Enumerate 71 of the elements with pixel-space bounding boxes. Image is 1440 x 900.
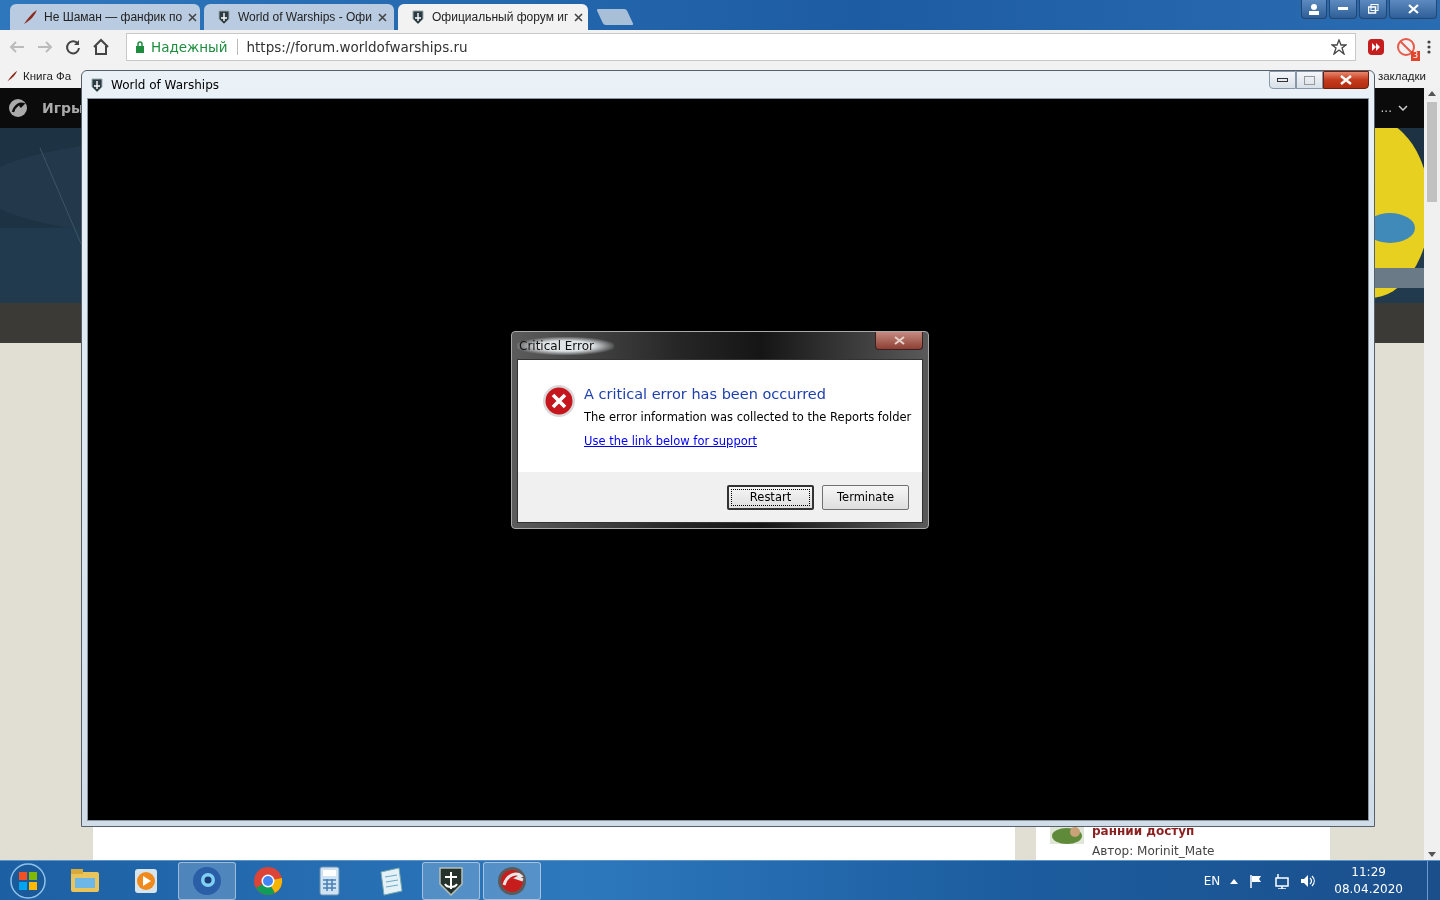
taskbar-button[interactable]: [483, 861, 541, 900]
crossed-circle-icon[interactable]: [1396, 36, 1416, 57]
bookmarks-folder[interactable]: закладки: [1377, 69, 1426, 82]
browser-tab[interactable]: World of Warships - Офи: [204, 4, 394, 30]
close-icon: [1407, 4, 1419, 14]
up-arrow-icon[interactable]: [1230, 877, 1239, 884]
scroll-up-icon[interactable]: [1428, 91, 1436, 96]
maximize-button[interactable]: [1359, 0, 1387, 19]
close-icon[interactable]: [377, 12, 387, 22]
url-text: https://forum.worldofwarships.ru: [246, 38, 469, 55]
scroll-down-icon[interactable]: [1428, 852, 1436, 857]
new-tab-button[interactable]: [596, 9, 634, 25]
lock-icon: [135, 40, 145, 53]
notepad-icon: [380, 867, 403, 895]
close-icon: [893, 336, 905, 345]
restore-icon: [1367, 4, 1379, 14]
taskbar-button[interactable]: [422, 861, 480, 900]
address-bar[interactable]: Надежный https://forum.worldofwarships.ru: [126, 32, 1356, 61]
minimize-button[interactable]: [1329, 0, 1357, 19]
error-message: The error information was collected to the Reports folder: [584, 410, 912, 424]
news-author: Автор: Morinit_Mate: [1092, 844, 1215, 858]
news-title[interactable]: раннии доступ: [1092, 824, 1215, 838]
dialog-button[interactable]: Terminate: [822, 484, 909, 510]
shield-icon: [216, 9, 232, 25]
close-button[interactable]: [875, 332, 923, 350]
error-heading: A critical error has been occurred: [584, 386, 826, 402]
folder-icon: [71, 868, 99, 892]
shield-icon: [89, 76, 105, 93]
close-button[interactable]: [1323, 71, 1369, 89]
language-indicator[interactable]: EN: [1203, 873, 1221, 888]
window-title: World of Warships: [111, 77, 220, 92]
dialog-title: Critical Error: [517, 336, 615, 355]
scrollbar[interactable]: [1424, 88, 1440, 860]
network-icon[interactable]: [1274, 872, 1291, 889]
minimize-button[interactable]: [1269, 71, 1296, 89]
support-link[interactable]: Use the link below for support: [584, 434, 757, 448]
feather-icon: [6, 69, 18, 82]
logo-icon[interactable]: [8, 98, 28, 118]
browser-tab[interactable]: Не Шаман — фанфик по: [10, 4, 200, 30]
arrow-circle-icon: [498, 866, 526, 895]
more-text[interactable]: ...: [1380, 101, 1392, 115]
bookmark-link[interactable]: Книга Фа: [23, 69, 72, 82]
anchor-shield-icon: [439, 866, 463, 896]
chrome-icon: [254, 866, 283, 895]
scroll-thumb[interactable]: [1427, 102, 1437, 202]
close-button[interactable]: [1389, 0, 1437, 19]
feather-icon: [22, 9, 38, 25]
start-button[interactable]: [8, 861, 48, 900]
minimize-icon: [1277, 78, 1288, 82]
security-label: Надежный: [151, 38, 228, 55]
home-icon[interactable]: [92, 37, 110, 56]
person-icon: [1308, 3, 1320, 15]
close-icon[interactable]: [574, 12, 584, 22]
menu-icon[interactable]: [1426, 38, 1432, 55]
dialog-button[interactable]: Restart: [727, 484, 814, 510]
star-icon[interactable]: [1331, 38, 1347, 55]
reload-icon[interactable]: [64, 37, 82, 56]
profile-button[interactable]: [1301, 0, 1327, 19]
fast-forward-icon[interactable]: [1366, 36, 1386, 57]
shield-icon: [410, 9, 426, 25]
close-icon[interactable]: [188, 12, 198, 22]
chevron-icon[interactable]: [1398, 105, 1408, 111]
close-icon: [1340, 75, 1352, 85]
calculator-icon: [319, 866, 340, 895]
minimize-icon: [1338, 7, 1348, 11]
media-player-icon: [135, 868, 157, 893]
browser-tab[interactable]: Официальный форум иг: [398, 4, 588, 30]
clock[interactable]: 11:29 08.04.2020: [1334, 863, 1403, 898]
maximize-icon: [1304, 75, 1315, 85]
error-icon: [542, 384, 576, 418]
notification-badge: 3: [1410, 50, 1420, 61]
